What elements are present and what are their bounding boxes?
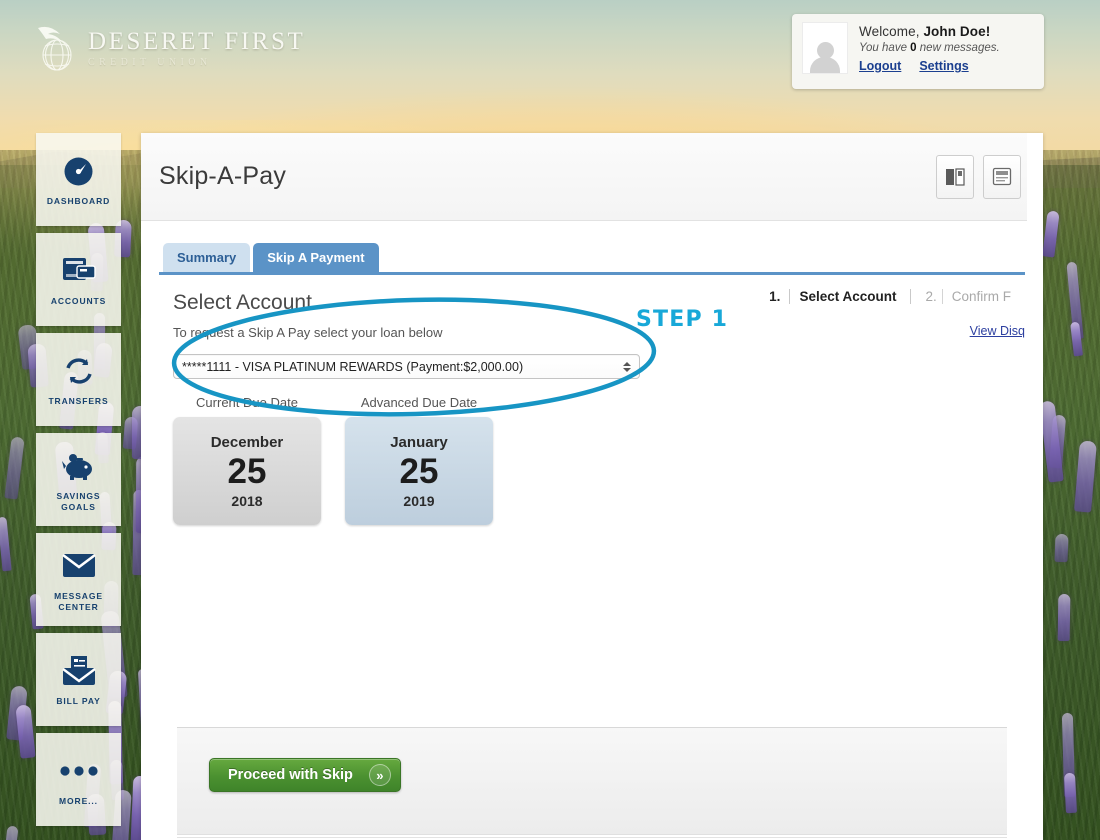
sidebar-item-bill-pay[interactable]: BILL PAY bbox=[36, 633, 121, 726]
piggy-bank-icon bbox=[61, 447, 96, 485]
step-2-number: 2. bbox=[925, 289, 937, 304]
page-title: Skip-A-Pay bbox=[159, 162, 287, 190]
sidebar-label: MORE... bbox=[59, 796, 98, 806]
messages-count: 0 bbox=[910, 42, 917, 54]
chevron-double-right-icon: » bbox=[368, 764, 391, 786]
current-due-year: 2018 bbox=[231, 492, 263, 509]
header-actions bbox=[936, 154, 1021, 199]
step-1-label: Select Account bbox=[789, 289, 896, 304]
card-header: Skip-A-Pay bbox=[141, 133, 1043, 221]
current-due-month: December bbox=[210, 433, 284, 451]
due-dates-group: Current Due Date December 25 2018 Advanc… bbox=[173, 395, 1025, 525]
welcome-greeting: Welcome, John Doe! bbox=[859, 24, 1000, 39]
advanced-due-year: 2019 bbox=[403, 492, 435, 509]
advanced-due-month: January bbox=[390, 433, 448, 451]
account-select-value: *****1111 - VISA PLATINUM REWARDS (Payme… bbox=[182, 359, 524, 374]
step-2: 2. Confirm F bbox=[910, 289, 1025, 304]
current-due-card: December 25 2018 bbox=[173, 417, 321, 525]
globe-bird-icon bbox=[36, 22, 80, 74]
bottom-divider bbox=[177, 837, 1007, 838]
gauge-icon bbox=[62, 152, 95, 190]
sidebar-label: TRANSFERS bbox=[48, 396, 109, 406]
window-print-icon[interactable] bbox=[983, 154, 1021, 199]
refresh-arrows-icon bbox=[63, 352, 95, 390]
messages-suffix: new messages. bbox=[919, 42, 1000, 54]
sidebar-item-savings-goals[interactable]: SAVINGS GOALS bbox=[36, 433, 121, 526]
sidebar-item-dashboard[interactable]: DASHBOARD bbox=[36, 133, 121, 226]
view-disclosure-link[interactable]: View Disq bbox=[970, 324, 1025, 338]
sidebar-item-accounts[interactable]: ACCOUNTS bbox=[36, 233, 121, 326]
account-select[interactable]: *****1111 - VISA PLATINUM REWARDS (Payme… bbox=[173, 354, 640, 379]
select-account-form: Select Account To request a Skip A Pay s… bbox=[159, 275, 1025, 838]
sidebar-item-message-center[interactable]: MESSAGE CENTER bbox=[36, 533, 121, 626]
brand-name: DESERET FIRST bbox=[88, 27, 306, 55]
current-due-day: 25 bbox=[227, 451, 267, 491]
advanced-due-date-block: Advanced Due Date January 25 2019 bbox=[345, 395, 493, 525]
sidebar-label: DASHBOARD bbox=[46, 196, 111, 206]
form-footer-bar: Proceed with Skip » bbox=[177, 727, 1007, 835]
wallet-cards-icon bbox=[62, 252, 96, 290]
tab-bar: Summary Skip A Payment bbox=[159, 243, 1025, 275]
brand-logo[interactable]: DESERET FIRST CREDIT UNION bbox=[36, 22, 305, 74]
card-body: Summary Skip A Payment Select Account To… bbox=[141, 221, 1043, 838]
settings-link[interactable]: Settings bbox=[919, 59, 968, 73]
welcome-panel: Welcome, John Doe! You have 0 new messag… bbox=[792, 14, 1044, 89]
user-avatar-icon bbox=[802, 22, 848, 74]
select-spinner-icon bbox=[623, 361, 631, 372]
ellipsis-icon bbox=[59, 752, 99, 790]
tab-summary[interactable]: Summary bbox=[163, 243, 251, 272]
book-icon[interactable] bbox=[936, 154, 974, 199]
envelope-bill-icon bbox=[61, 652, 96, 690]
current-due-date-block: Current Due Date December 25 2018 bbox=[173, 395, 321, 525]
main-content-card: Skip-A-Pay Summary Skip A Payment Select… bbox=[141, 133, 1043, 840]
advanced-due-card: January 25 2019 bbox=[345, 417, 493, 525]
advanced-due-day: 25 bbox=[399, 451, 439, 491]
current-due-label: Current Due Date bbox=[196, 395, 298, 410]
logout-link[interactable]: Logout bbox=[859, 59, 901, 73]
step-1-number: 1. bbox=[769, 289, 781, 304]
tab-skip-a-payment[interactable]: Skip A Payment bbox=[253, 243, 379, 272]
sidebar-label: SAVINGS GOALS bbox=[56, 490, 101, 512]
sidebar-label: BILL PAY bbox=[56, 696, 101, 706]
messages-prefix: You have bbox=[859, 42, 907, 54]
sidebar-item-transfers[interactable]: TRANSFERS bbox=[36, 333, 121, 426]
step-1: 1. Select Account bbox=[755, 289, 910, 304]
sidebar-item-more[interactable]: MORE... bbox=[36, 733, 121, 826]
step-2-label: Confirm F bbox=[941, 289, 1011, 304]
proceed-with-skip-button[interactable]: Proceed with Skip » bbox=[209, 758, 401, 792]
advanced-due-label: Advanced Due Date bbox=[360, 395, 478, 410]
step-1-annotation-badge: STEP 1 bbox=[636, 307, 729, 332]
user-name: John Doe! bbox=[923, 24, 991, 39]
welcome-prefix: Welcome, bbox=[859, 24, 920, 39]
proceed-label: Proceed with Skip bbox=[228, 767, 353, 783]
envelope-icon bbox=[61, 547, 96, 585]
form-instruction: To request a Skip A Pay select your loan… bbox=[173, 325, 443, 340]
main-sidebar: DASHBOARD ACCOUNTS TRANSFERS SAVINGS GOA… bbox=[36, 133, 121, 833]
content-clip-mask bbox=[1027, 133, 1043, 840]
step-indicator: 1. Select Account 2. Confirm F bbox=[755, 289, 1025, 304]
sidebar-label: MESSAGE CENTER bbox=[54, 590, 103, 612]
sidebar-label: ACCOUNTS bbox=[50, 296, 107, 306]
brand-tagline: CREDIT UNION bbox=[88, 56, 212, 68]
message-count-line: You have 0 new messages. bbox=[859, 42, 1000, 54]
